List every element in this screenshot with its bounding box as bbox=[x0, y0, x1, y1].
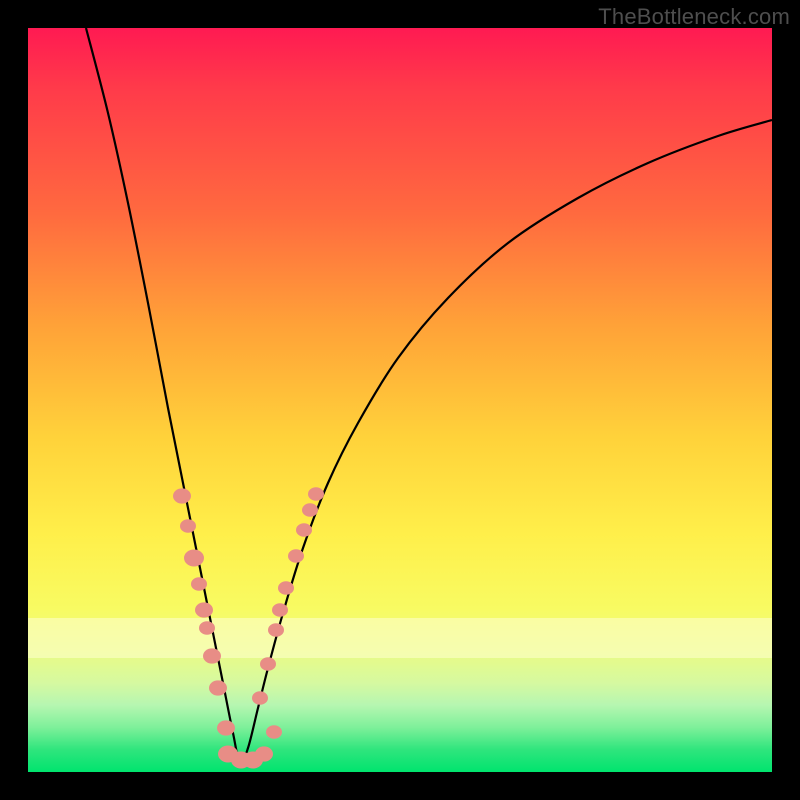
data-point bbox=[203, 648, 221, 663]
data-point bbox=[252, 691, 268, 705]
data-point bbox=[195, 602, 213, 617]
data-point bbox=[308, 487, 324, 501]
data-point bbox=[266, 725, 282, 739]
data-point bbox=[199, 621, 215, 635]
chart-plot-area bbox=[28, 28, 772, 772]
data-point bbox=[231, 752, 251, 769]
data-point bbox=[260, 657, 276, 671]
data-point bbox=[243, 752, 263, 769]
data-point bbox=[180, 519, 196, 533]
data-point bbox=[288, 549, 304, 563]
highlight-band bbox=[28, 618, 772, 658]
data-point bbox=[218, 746, 238, 763]
data-point bbox=[191, 577, 207, 591]
data-point bbox=[278, 581, 294, 595]
bottleneck-curve bbox=[86, 28, 772, 763]
data-point bbox=[296, 523, 312, 537]
data-point bbox=[302, 503, 318, 517]
data-point bbox=[173, 488, 191, 503]
data-point bbox=[209, 680, 227, 695]
data-points-group bbox=[173, 487, 324, 768]
chart-svg bbox=[28, 28, 772, 772]
data-point bbox=[217, 720, 235, 735]
watermark-text: TheBottleneck.com bbox=[598, 4, 790, 30]
data-point bbox=[184, 550, 204, 567]
data-point bbox=[255, 746, 273, 761]
data-point bbox=[268, 623, 284, 637]
data-point bbox=[272, 603, 288, 617]
